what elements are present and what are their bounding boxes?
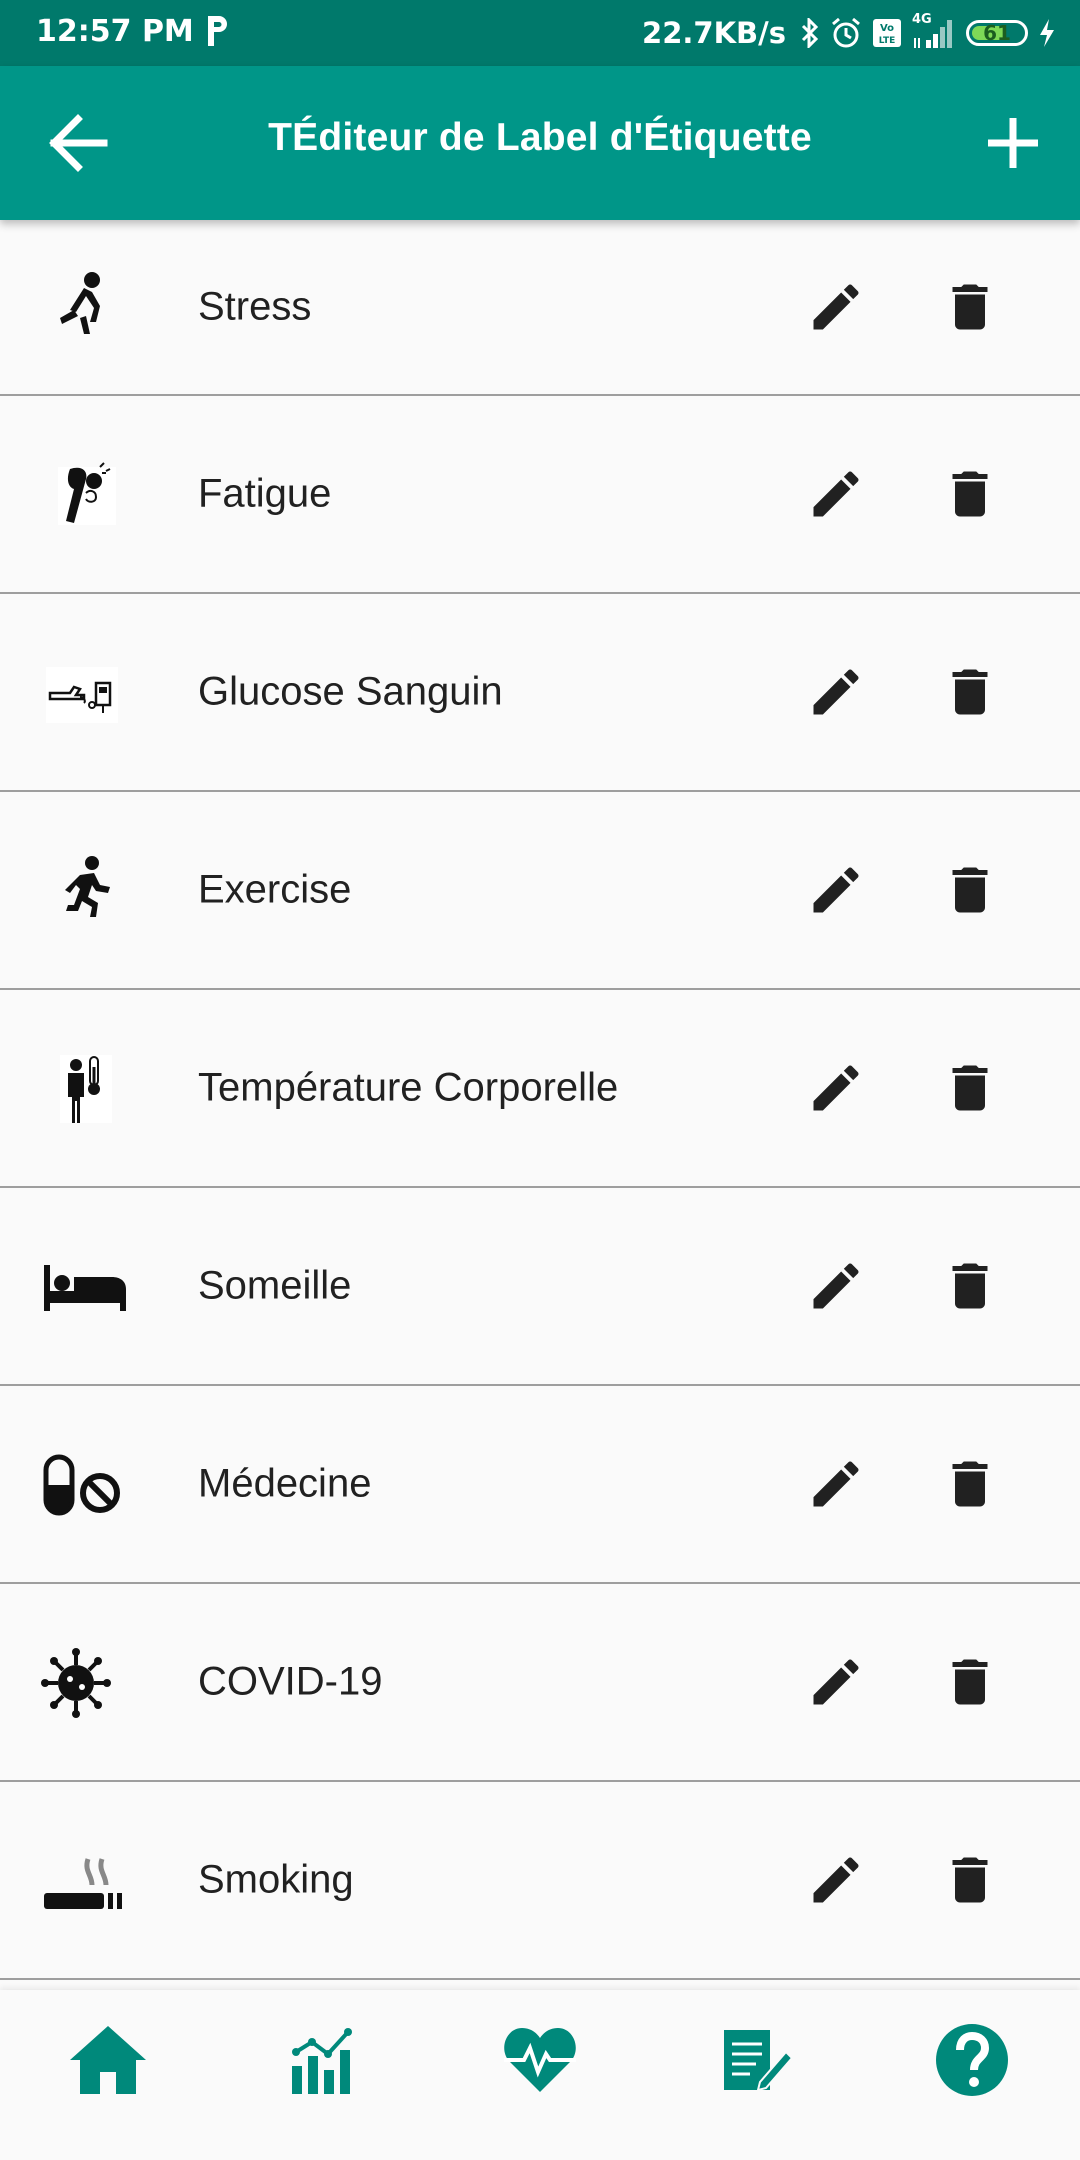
list-item[interactable]: Température Corporelle [0,990,1080,1188]
trash-icon [952,1263,988,1309]
parking-app-icon [204,14,230,48]
pill-no-icon [40,1439,130,1529]
label-text: Glucose Sanguin [198,669,503,714]
svg-text:Vo: Vo [880,23,894,34]
list-item[interactable]: Médecine [0,1386,1080,1584]
label-text: Someille [198,1263,352,1308]
pencil-icon [813,1857,859,1903]
delete-button[interactable] [940,860,1000,920]
pencil-icon [813,284,859,330]
pencil-icon [813,1659,859,1705]
trash-icon [952,471,988,517]
nav-help-button[interactable] [932,2020,1012,2100]
bed-icon [40,1241,130,1331]
trash-icon [952,284,988,330]
edit-button[interactable] [806,662,866,722]
delete-button[interactable] [940,464,1000,524]
network-speed: 22.7KB/s [642,16,786,50]
nav-notes-button[interactable] [716,2020,796,2100]
app-bar: TÉditeur de Label d'Étiquette [0,66,1080,220]
label-text: Médecine [198,1461,372,1506]
volte-icon: Vo LTE [872,18,902,48]
help-icon [936,2024,1008,2096]
edit-button[interactable] [806,860,866,920]
label-text: Fatigue [198,471,332,516]
plus-icon [988,118,1038,168]
list-item[interactable]: Glucose Sanguin [0,594,1080,792]
network-type: 4G [912,12,932,27]
list-item[interactable]: COVID-19 [0,1584,1080,1782]
trash-icon [952,1857,988,1903]
running-person-icon [40,845,130,935]
edit-button[interactable] [806,464,866,524]
trash-icon [952,1659,988,1705]
list-item[interactable]: Fatigue [0,396,1080,594]
trash-icon [952,669,988,715]
delete-button[interactable] [940,277,1000,337]
label-text: Exercise [198,867,352,912]
status-time: 12:57 PM [36,14,194,49]
alarm-icon [830,17,862,49]
signal-icon: 4G [912,12,956,50]
glucose-meter-icon [40,647,130,737]
label-text: Stress [198,284,312,329]
list-item[interactable]: Exercise [0,792,1080,990]
pencil-icon [813,1263,859,1309]
nav-chart-button[interactable] [284,2020,364,2100]
edit-button[interactable] [806,1454,866,1514]
battery-level: 61 [983,21,1011,45]
edit-button[interactable] [806,1652,866,1712]
edit-button[interactable] [806,277,866,337]
person-thermometer-icon [40,1043,130,1133]
pencil-icon [813,471,859,517]
bluetooth-icon [800,18,820,48]
home-icon [70,2026,146,2094]
pencil-icon [813,669,859,715]
stressed-person-icon [40,262,130,352]
label-text: Smoking [198,1857,354,1902]
heart-pulse-icon [504,2028,576,2092]
delete-button[interactable] [940,1850,1000,1910]
nav-health-button[interactable] [500,2020,580,2100]
trash-icon [952,1065,988,1111]
list-item[interactable]: Stress [0,220,1080,396]
notes-icon [724,2030,794,2092]
chart-icon [292,2028,352,2094]
delete-button[interactable] [940,1454,1000,1514]
battery-icon: 61 [966,20,1028,46]
pencil-icon [813,1065,859,1111]
edit-button[interactable] [806,1256,866,1316]
list-item[interactable]: Smoking [0,1782,1080,1980]
svg-text:LTE: LTE [879,36,896,46]
page-title: TÉditeur de Label d'Étiquette [268,116,812,159]
trash-icon [952,867,988,913]
delete-button[interactable] [940,1058,1000,1118]
bottom-navigation [0,1990,1080,2160]
charging-icon [1038,18,1056,48]
delete-button[interactable] [940,662,1000,722]
pencil-icon [813,867,859,913]
status-bar: 12:57 PM 22.7KB/s Vo LTE 4G 61 [0,0,1080,66]
edit-button[interactable] [806,1850,866,1910]
tired-person-icon [40,449,130,539]
label-text: Température Corporelle [198,1065,619,1110]
nav-home-button[interactable] [68,2020,148,2100]
label-list: Stress Fatigue Glucose Sanguin Exercise … [0,220,1080,1980]
status-right-group: 22.7KB/s Vo LTE 4G 61 [642,10,1056,56]
add-label-button[interactable] [978,108,1048,178]
delete-button[interactable] [940,1256,1000,1316]
trash-icon [952,1461,988,1507]
edit-button[interactable] [806,1058,866,1118]
delete-button[interactable] [940,1652,1000,1712]
label-text: COVID-19 [198,1659,383,1704]
pencil-icon [813,1461,859,1507]
list-item[interactable]: Someille [0,1188,1080,1386]
virus-icon [40,1637,130,1727]
cigarette-icon [40,1835,130,1925]
